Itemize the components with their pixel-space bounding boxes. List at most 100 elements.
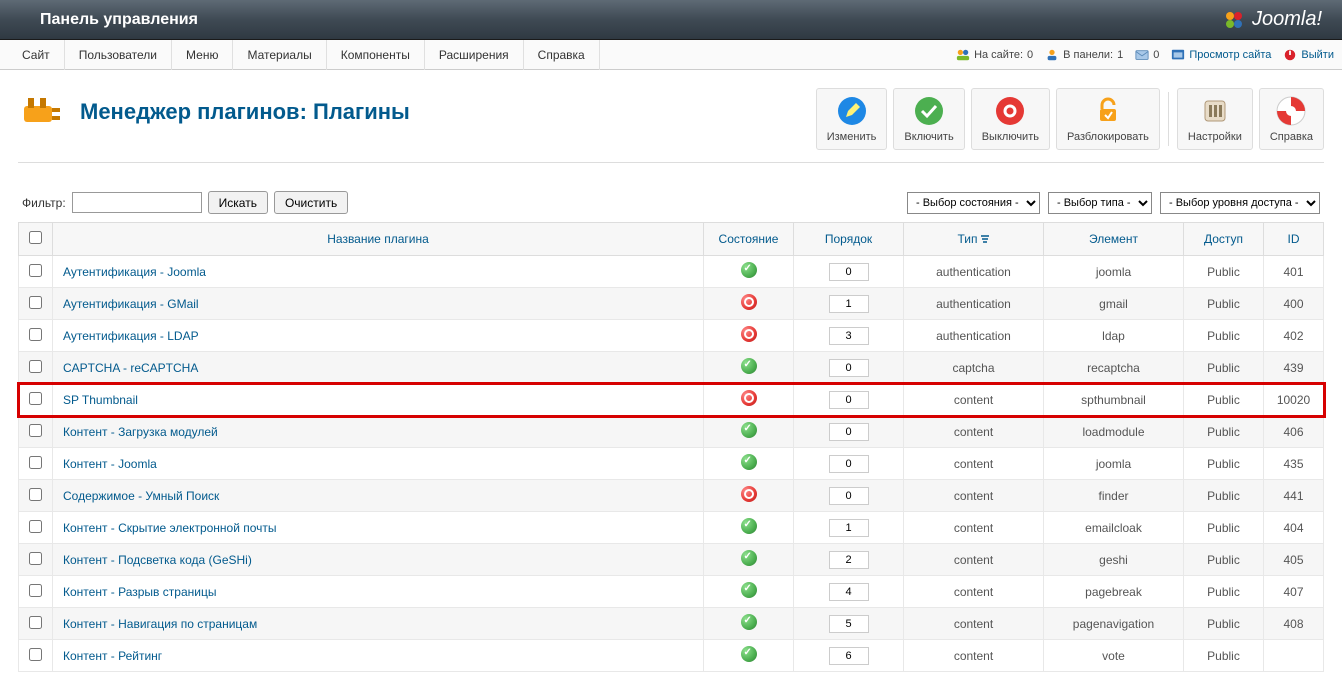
row-checkbox[interactable] [29,488,42,501]
row-checkbox[interactable] [29,520,42,533]
header-checkbox [19,223,53,256]
order-input[interactable] [829,391,869,409]
row-checkbox[interactable] [29,616,42,629]
order-input[interactable] [829,455,869,473]
state-toggle[interactable] [741,422,757,438]
order-input[interactable] [829,487,869,505]
help-button[interactable]: Справка [1259,88,1324,150]
clear-button[interactable]: Очистить [274,191,348,214]
plugin-link[interactable]: Контент - Навигация по страницам [63,617,257,631]
menu-item-4[interactable]: Компоненты [327,40,425,70]
plugin-link[interactable]: CAPTCHA - reCAPTCHA [63,361,198,375]
state-toggle[interactable] [741,294,757,310]
header-state[interactable]: Состояние [704,223,794,256]
header-id[interactable]: ID [1264,223,1324,256]
plugin-link[interactable]: Контент - Загрузка модулей [63,425,218,439]
row-checkbox[interactable] [29,392,42,405]
row-type-cell: content [904,608,1044,640]
header-element[interactable]: Элемент [1044,223,1184,256]
order-input[interactable] [829,647,869,665]
state-toggle[interactable] [741,358,757,374]
row-checkbox[interactable] [29,456,42,469]
order-input[interactable] [829,519,869,537]
row-access-cell: Public [1184,448,1264,480]
state-toggle[interactable] [741,454,757,470]
order-input[interactable] [829,583,869,601]
plugin-link[interactable]: Аутентификация - GMail [63,297,199,311]
order-input[interactable] [829,551,869,569]
row-name-cell: Контент - Подсветка кода (GeSHi) [53,544,704,576]
state-toggle[interactable] [741,550,757,566]
plugin-link[interactable]: Контент - Разрыв страницы [63,585,216,599]
order-input[interactable] [829,615,869,633]
logout-link[interactable]: Выйти [1283,48,1334,62]
plugin-link[interactable]: Контент - Joomla [63,457,157,471]
state-toggle[interactable] [741,518,757,534]
row-name-cell: Аутентификация - LDAP [53,320,704,352]
search-button[interactable]: Искать [208,191,268,214]
checkbox-all[interactable] [29,231,42,244]
state-toggle[interactable] [741,326,757,342]
row-checkbox[interactable] [29,424,42,437]
disable-button[interactable]: Выключить [971,88,1050,150]
order-input[interactable] [829,295,869,313]
table-row: Содержимое - Умный ПоискcontentfinderPub… [19,480,1324,512]
row-checkbox[interactable] [29,328,42,341]
row-access-cell: Public [1184,608,1264,640]
state-toggle[interactable] [741,614,757,630]
order-input[interactable] [829,423,869,441]
header-access[interactable]: Доступ [1184,223,1264,256]
row-checkbox[interactable] [29,264,42,277]
order-input[interactable] [829,263,869,281]
row-order-cell [794,448,904,480]
header-name[interactable]: Название плагина [53,223,704,256]
row-element-cell: recaptcha [1044,352,1184,384]
status-messages[interactable]: 0 [1135,48,1159,62]
plugin-link[interactable]: Аутентификация - LDAP [63,329,199,343]
row-id-cell [1264,640,1324,672]
state-select[interactable]: - Выбор состояния - [907,192,1040,214]
order-input[interactable] [829,327,869,345]
edit-button[interactable]: Изменить [816,88,888,150]
plugin-link[interactable]: Аутентификация - Joomla [63,265,206,279]
row-type-cell: authentication [904,288,1044,320]
menu-item-3[interactable]: Материалы [233,40,326,70]
access-select[interactable]: - Выбор уровня доступа - [1160,192,1320,214]
menu-item-0[interactable]: Сайт [8,40,65,70]
plugin-link[interactable]: SP Thumbnail [63,393,138,407]
type-select[interactable]: - Выбор типа - [1048,192,1152,214]
header-order[interactable]: Порядок [794,223,904,256]
plugin-link[interactable]: Контент - Скрытие электронной почты [63,521,277,535]
state-toggle[interactable] [741,390,757,406]
plugin-link[interactable]: Контент - Подсветка кода (GeSHi) [63,553,252,567]
enable-button[interactable]: Включить [893,88,964,150]
row-checkbox[interactable] [29,360,42,373]
header-type[interactable]: Тип [904,223,1044,256]
row-checkbox[interactable] [29,552,42,565]
row-element-cell: ldap [1044,320,1184,352]
menu-item-1[interactable]: Пользователи [65,40,172,70]
state-toggle[interactable] [741,262,757,278]
row-checkbox[interactable] [29,296,42,309]
table-row: Аутентификация - LDAPauthenticationldapP… [19,320,1324,352]
unlock-button[interactable]: Разблокировать [1056,88,1160,150]
filter-input[interactable] [72,192,202,213]
menu-item-6[interactable]: Справка [524,40,600,70]
plugin-link[interactable]: Контент - Рейтинг [63,649,162,663]
row-checkbox[interactable] [29,584,42,597]
state-toggle[interactable] [741,486,757,502]
view-site-link[interactable]: Просмотр сайта [1171,48,1271,62]
menu-item-5[interactable]: Расширения [425,40,524,70]
plugin-link[interactable]: Содержимое - Умный Поиск [63,489,219,503]
row-name-cell: Аутентификация - GMail [53,288,704,320]
order-input[interactable] [829,359,869,377]
state-toggle[interactable] [741,646,757,662]
view-site-text[interactable]: Просмотр сайта [1189,49,1271,61]
options-button[interactable]: Настройки [1177,88,1253,150]
state-toggle[interactable] [741,582,757,598]
header-bar: Панель управления Joomla! [0,0,1342,40]
unlock-icon [1092,95,1124,127]
table-row: Контент - JoomlacontentjoomlaPublic435 [19,448,1324,480]
menu-item-2[interactable]: Меню [172,40,233,70]
logout-text[interactable]: Выйти [1301,49,1334,61]
